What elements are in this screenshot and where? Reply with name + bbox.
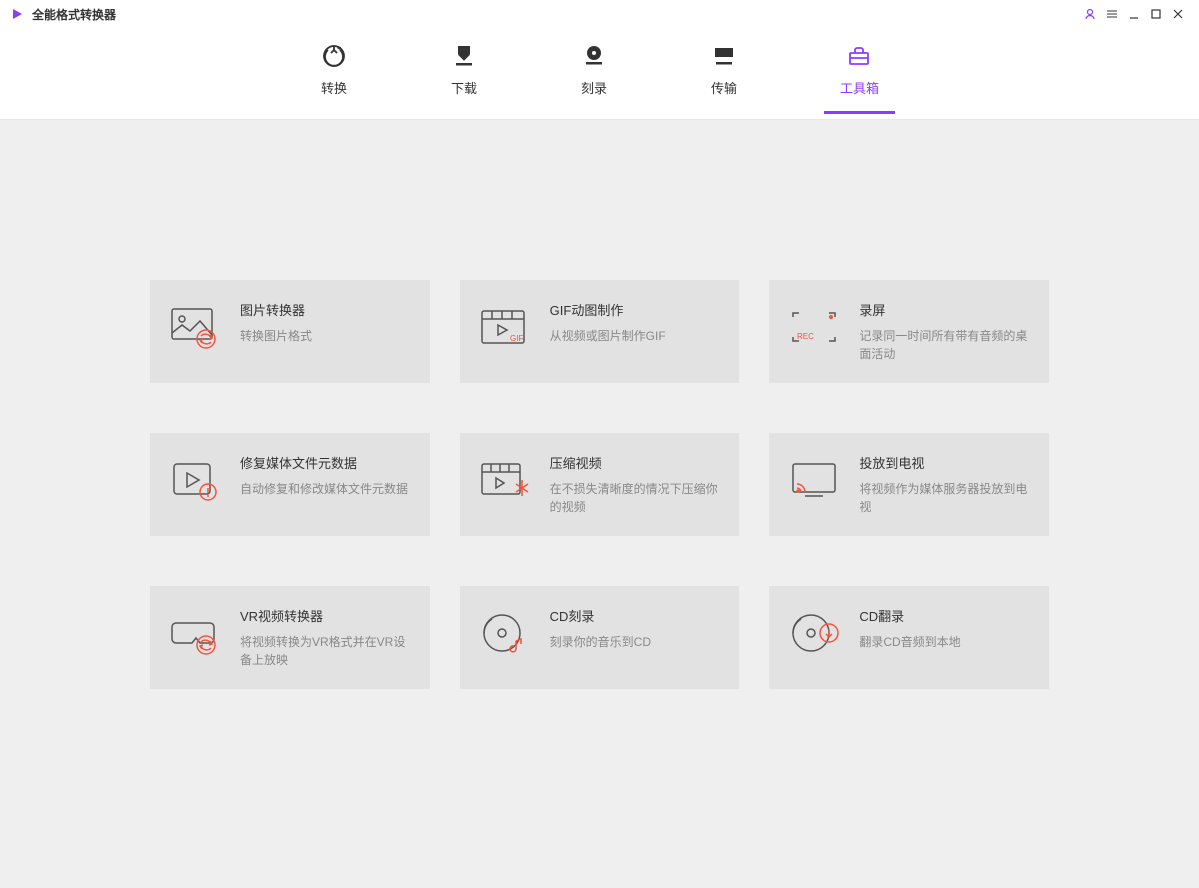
tool-image-converter[interactable]: 图片转换器 转换图片格式 [150, 280, 430, 383]
convert-icon [320, 42, 348, 70]
tool-cd-rip[interactable]: CD翻录 翻录CD音频到本地 [769, 586, 1049, 689]
image-converter-icon [168, 300, 222, 354]
tool-title: VR视频转换器 [240, 606, 412, 625]
svg-text:GIF: GIF [510, 334, 523, 343]
tool-title: 投放到电视 [859, 453, 1031, 472]
app-logo-icon [10, 7, 24, 21]
burn-icon [580, 42, 608, 70]
tab-label: 传输 [711, 78, 737, 97]
tool-desc: 刻录你的音乐到CD [550, 633, 722, 651]
gif-maker-icon: GIF [478, 300, 532, 354]
cd-rip-icon [787, 606, 841, 660]
tab-convert[interactable]: 转换 [304, 34, 364, 114]
tool-grid: 图片转换器 转换图片格式 GIF GIF动图制作 从视频或图片制作GIF REC… [150, 280, 1049, 689]
tab-label: 下载 [451, 78, 477, 97]
svg-text:REC: REC [797, 332, 814, 341]
tool-desc: 将视频转换为VR格式并在VR设备上放映 [240, 633, 412, 669]
tool-desc: 从视频或图片制作GIF [550, 327, 722, 345]
account-icon[interactable] [1079, 3, 1101, 25]
maximize-button[interactable] [1145, 3, 1167, 25]
main-tabs: 转换 下载 刻录 传输 工具箱 [0, 28, 1199, 120]
vr-converter-icon [168, 606, 222, 660]
close-button[interactable] [1167, 3, 1189, 25]
tool-title: CD翻录 [859, 606, 1031, 625]
tool-title: 压缩视频 [550, 453, 722, 472]
tool-title: 录屏 [859, 300, 1031, 319]
tool-cd-burn[interactable]: CD刻录 刻录你的音乐到CD [460, 586, 740, 689]
tool-desc: 自动修复和修改媒体文件元数据 [240, 480, 412, 498]
cd-burn-icon [478, 606, 532, 660]
tool-title: GIF动图制作 [550, 300, 722, 319]
tool-title: 图片转换器 [240, 300, 412, 319]
tool-title: CD刻录 [550, 606, 722, 625]
tab-label: 工具箱 [840, 78, 879, 97]
tool-gif-maker[interactable]: GIF GIF动图制作 从视频或图片制作GIF [460, 280, 740, 383]
tool-desc: 记录同一时间所有带有音频的桌面活动 [859, 327, 1031, 363]
cast-tv-icon [787, 453, 841, 507]
app-title: 全能格式转换器 [32, 6, 116, 23]
screen-record-icon: REC [787, 300, 841, 354]
tool-desc: 转换图片格式 [240, 327, 412, 345]
tab-label: 刻录 [581, 78, 607, 97]
tool-fix-metadata[interactable]: 修复媒体文件元数据 自动修复和修改媒体文件元数据 [150, 433, 430, 536]
tool-title: 修复媒体文件元数据 [240, 453, 412, 472]
tool-cast-tv[interactable]: 投放到电视 将视频作为媒体服务器投放到电视 [769, 433, 1049, 536]
tool-desc: 翻录CD音频到本地 [859, 633, 1031, 651]
tool-screen-record[interactable]: REC 录屏 记录同一时间所有带有音频的桌面活动 [769, 280, 1049, 383]
compress-icon [478, 453, 532, 507]
fix-metadata-icon [168, 453, 222, 507]
toolbox-icon [845, 42, 873, 70]
download-icon [450, 42, 478, 70]
toolbox-content: 图片转换器 转换图片格式 GIF GIF动图制作 从视频或图片制作GIF REC… [0, 120, 1199, 888]
tab-label: 转换 [321, 78, 347, 97]
tool-desc: 将视频作为媒体服务器投放到电视 [859, 480, 1031, 516]
menu-icon[interactable] [1101, 3, 1123, 25]
tool-desc: 在不损失清晰度的情况下压缩你的视频 [550, 480, 722, 516]
tab-burn[interactable]: 刻录 [564, 34, 624, 114]
tab-transfer[interactable]: 传输 [694, 34, 754, 114]
tab-toolbox[interactable]: 工具箱 [824, 34, 895, 114]
tab-download[interactable]: 下载 [434, 34, 494, 114]
minimize-button[interactable] [1123, 3, 1145, 25]
titlebar: 全能格式转换器 [0, 0, 1199, 28]
tool-vr-converter[interactable]: VR视频转换器 将视频转换为VR格式并在VR设备上放映 [150, 586, 430, 689]
transfer-icon [710, 42, 738, 70]
tool-compress-video[interactable]: 压缩视频 在不损失清晰度的情况下压缩你的视频 [460, 433, 740, 536]
